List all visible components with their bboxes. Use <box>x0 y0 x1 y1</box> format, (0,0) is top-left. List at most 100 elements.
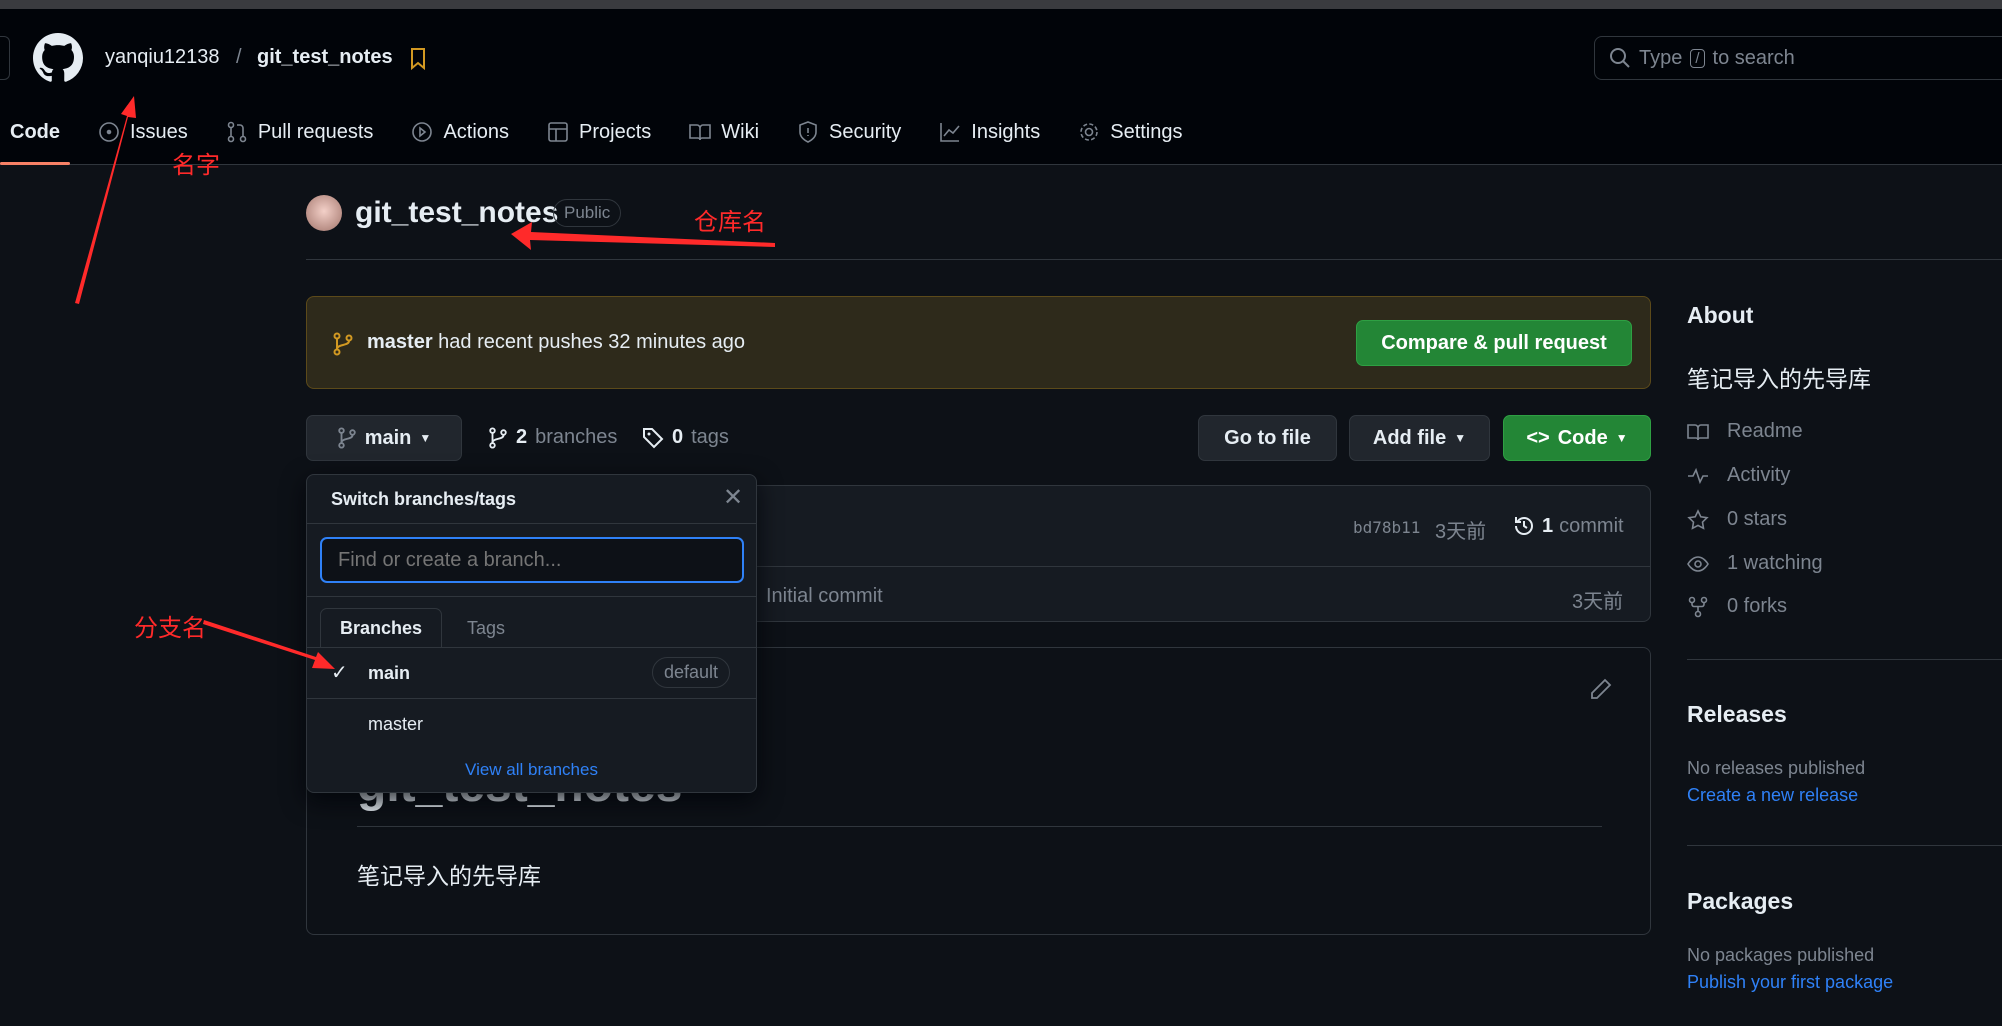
compare-pull-request-button[interactable]: Compare & pull request <box>1356 320 1632 366</box>
about-description: 笔记导入的先导库 <box>1687 366 1871 392</box>
book-icon <box>689 121 712 143</box>
shield-icon <box>797 121 819 143</box>
forks-label: 0 forks <box>1727 595 1788 617</box>
divider <box>307 596 756 597</box>
pulse-icon <box>1687 465 1709 487</box>
edit-pencil-icon[interactable] <box>1590 678 1612 700</box>
tab-actions[interactable]: Actions <box>401 110 519 154</box>
eye-icon <box>1687 553 1709 575</box>
breadcrumb-owner[interactable]: yanqiu12138 <box>105 46 220 69</box>
branch-search-input[interactable] <box>320 537 744 583</box>
readme-link[interactable]: Readme <box>1687 420 1803 443</box>
tab-label: Pull requests <box>257 120 374 143</box>
tab-projects[interactable]: Projects <box>537 110 661 154</box>
branch-item-master[interactable]: master <box>368 714 423 735</box>
branches-label: branches <box>535 426 618 448</box>
tab-label: Settings <box>1110 120 1183 143</box>
dropdown-title: Switch branches/tags <box>331 489 517 509</box>
activity-label: Activity <box>1727 464 1791 486</box>
publish-package-link[interactable]: Publish your first package <box>1687 972 1893 993</box>
search-prefix: Type <box>1639 46 1683 69</box>
star-icon <box>1687 508 1709 531</box>
branches-link[interactable]: 2 branches <box>488 426 617 449</box>
tab-label: Issues <box>130 120 188 143</box>
tab-settings[interactable]: Settings <box>1068 110 1192 154</box>
watching-label: 1 watching <box>1727 552 1823 574</box>
tab-label: Actions <box>443 120 510 143</box>
repo-title[interactable]: git_test_notes <box>355 196 558 230</box>
divider <box>307 698 756 699</box>
no-releases-text: No releases published <box>1687 758 1866 778</box>
code-button[interactable]: <> Code ▼ <box>1503 415 1651 461</box>
packages-title[interactable]: Packages <box>1687 888 1793 915</box>
tab-security[interactable]: Security <box>787 110 911 154</box>
caret-down-icon: ▼ <box>1454 431 1467 445</box>
check-icon: ✓ <box>331 662 348 684</box>
about-title: About <box>1687 302 1754 328</box>
tag-icon <box>643 427 664 448</box>
search-input[interactable]: Type / to search <box>1594 36 2002 80</box>
tags-link[interactable]: 0 tags <box>642 426 729 449</box>
tab-tags[interactable]: Tags <box>467 618 505 639</box>
file-commit-message[interactable]: Initial commit <box>766 585 883 608</box>
tab-label: Code <box>10 120 60 143</box>
branch-dropdown: Switch branches/tags ✕ Branches Tags ✓ m… <box>306 474 757 793</box>
forks-link[interactable]: 0 forks <box>1687 595 1787 618</box>
view-all-branches-link[interactable]: View all branches <box>307 760 756 780</box>
watching-link[interactable]: 1 watching <box>1687 552 1823 575</box>
stars-link[interactable]: 0 stars <box>1687 508 1787 531</box>
tab-branches[interactable]: Branches <box>320 608 442 648</box>
commit-hash[interactable]: bd78b11 <box>1353 518 1420 537</box>
divider <box>357 826 1602 827</box>
close-icon[interactable]: ✕ <box>723 483 743 512</box>
branch-icon <box>337 427 356 449</box>
create-release-link[interactable]: Create a new release <box>1687 785 1858 806</box>
readme-label: Readme <box>1727 420 1803 442</box>
readme-body: 笔记导入的先导库 <box>357 863 541 889</box>
caret-down-icon: ▼ <box>1615 431 1628 445</box>
branch-select-button[interactable]: main ▼ <box>306 415 462 461</box>
activity-link[interactable]: Activity <box>1687 464 1790 487</box>
default-badge: default <box>652 657 731 688</box>
github-logo-icon[interactable] <box>33 33 83 83</box>
file-commit-time: 3天前 <box>1572 591 1624 613</box>
tab-pull-requests[interactable]: Pull requests <box>216 110 384 154</box>
add-file-button[interactable]: Add file ▼ <box>1349 415 1490 461</box>
breadcrumb-repo[interactable]: git_test_notes <box>257 46 393 69</box>
branch-item-main[interactable]: ✓ main default <box>307 648 756 698</box>
tab-code[interactable]: Code <box>0 110 70 165</box>
search-icon <box>1610 48 1630 68</box>
history-icon <box>1515 516 1533 535</box>
bookmark-icon[interactable] <box>410 48 426 70</box>
divider <box>1687 845 2002 846</box>
table-icon <box>547 121 569 143</box>
search-shortcut: / <box>1690 48 1705 68</box>
commit-count-label: commit <box>1559 514 1624 537</box>
owner-avatar[interactable] <box>306 195 342 231</box>
caret-down-icon: ▼ <box>419 431 432 445</box>
divider <box>306 259 2002 260</box>
code-icon: <> <box>1526 426 1550 449</box>
visibility-badge: Public <box>553 199 622 227</box>
graph-icon <box>939 121 961 143</box>
tab-insights[interactable]: Insights <box>929 110 1050 154</box>
tab-label: Security <box>829 120 902 143</box>
tags-label: tags <box>691 426 729 448</box>
branches-count: 2 <box>516 426 528 448</box>
go-to-file-button[interactable]: Go to file <box>1198 415 1337 461</box>
banner-text: had recent pushes 32 minutes ago <box>438 331 746 353</box>
tab-wiki[interactable]: Wiki <box>679 110 769 154</box>
gear-icon <box>1078 121 1100 143</box>
window-top-strip <box>0 0 2002 9</box>
issue-icon <box>98 121 120 143</box>
tags-count: 0 <box>672 426 684 448</box>
commit-history-link[interactable]: 1 commit <box>1512 514 1624 538</box>
annotation-branch: 分支名 <box>134 615 206 642</box>
tab-label: Projects <box>579 120 652 143</box>
code-label: Code <box>1557 426 1608 449</box>
stars-label: 0 stars <box>1727 508 1788 530</box>
tab-label: Insights <box>971 120 1041 143</box>
releases-title[interactable]: Releases <box>1687 701 1787 728</box>
menu-button[interactable] <box>0 36 10 80</box>
annotation-name: 名字 <box>172 152 220 179</box>
